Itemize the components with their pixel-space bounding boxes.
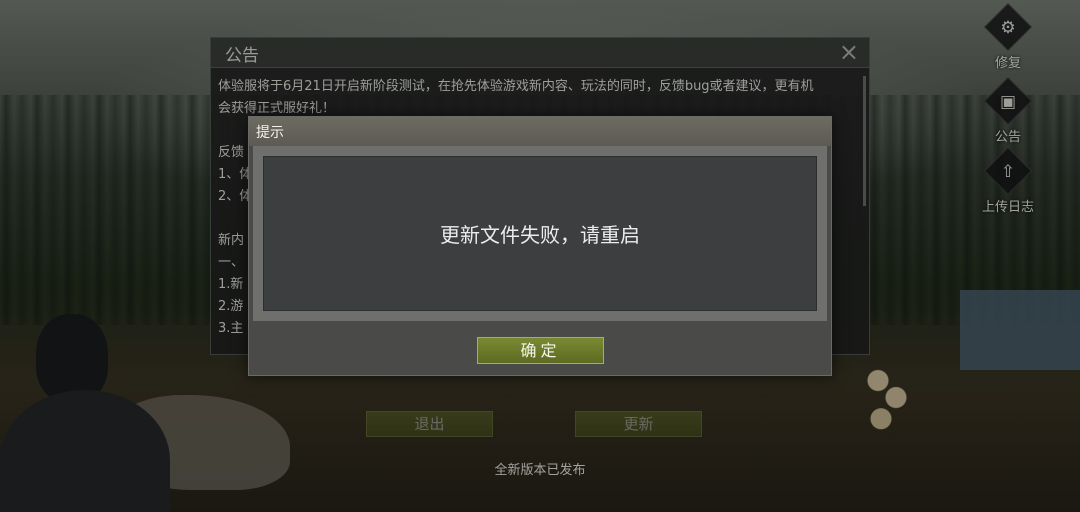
alert-message-frame: 更新文件失败，请重启 [253, 146, 827, 321]
confirm-button[interactable]: 确定 [477, 337, 604, 364]
alert-message: 更新文件失败，请重启 [440, 223, 640, 247]
alert-dialog: 提示 更新文件失败，请重启 确定 [248, 116, 832, 376]
alert-title: 提示 [256, 125, 284, 141]
alert-header: 提示 [249, 117, 831, 146]
alert-message-box: 更新文件失败，请重启 [263, 156, 817, 311]
